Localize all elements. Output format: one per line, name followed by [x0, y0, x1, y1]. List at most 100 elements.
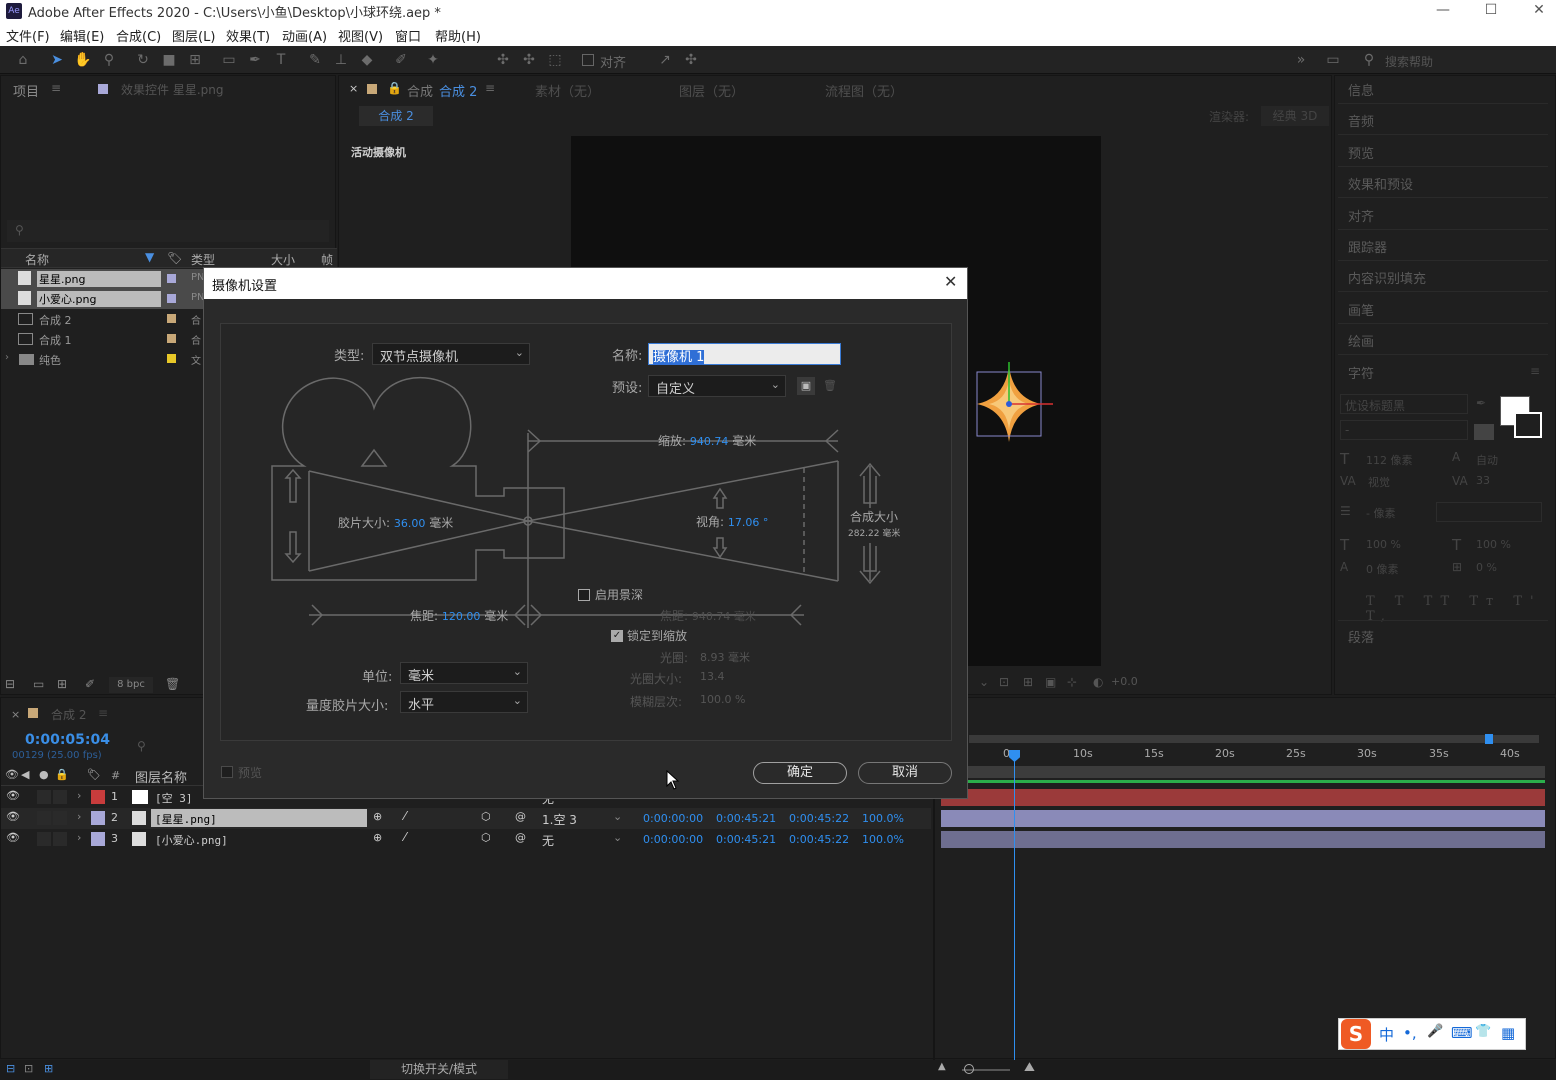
- table-row[interactable]: 👁 › 3 [小爱心.png] ⊕ ⁄ ⬡ @ 无 ⌄ 0:00:00:00 0…: [1, 829, 931, 850]
- col-name[interactable]: 名称: [25, 251, 49, 268]
- render-time-icon[interactable]: ⊟: [6, 1062, 15, 1075]
- lock-icon[interactable]: 🔒: [55, 768, 69, 781]
- lock-switch[interactable]: [53, 790, 67, 804]
- out-point[interactable]: 0:00:45:21: [716, 833, 776, 846]
- layer-name[interactable]: [小爱心.png]: [155, 832, 228, 848]
- baseline-value[interactable]: 0 像素: [1366, 561, 1399, 577]
- ime-keyboard-icon[interactable]: ⌨: [1451, 1024, 1473, 1042]
- audio-icon[interactable]: ◀: [21, 768, 29, 781]
- panel-preview[interactable]: 预览: [1348, 143, 1374, 162]
- label-color[interactable]: [91, 832, 105, 846]
- vertical-scale-value[interactable]: 100 %: [1366, 538, 1401, 551]
- playhead-line[interactable]: [1014, 750, 1015, 1060]
- list-item[interactable]: › 纯色 文: [1, 349, 205, 369]
- visibility-icon[interactable]: 👁: [6, 831, 20, 844]
- tab-layer[interactable]: 图层（无）: [679, 81, 744, 100]
- font-size-value[interactable]: 112 像素: [1366, 452, 1413, 468]
- zoom-tool-icon[interactable]: ⚲: [100, 51, 118, 69]
- focal-length-value[interactable]: 120.00: [442, 610, 481, 623]
- panel-effects-presets[interactable]: 效果和预设: [1348, 174, 1413, 193]
- tsume-value[interactable]: 0 %: [1476, 561, 1497, 574]
- close-window-button[interactable]: ✕: [1516, 0, 1556, 22]
- tab-composition[interactable]: 合成 2: [439, 81, 477, 100]
- stroke-width-value[interactable]: - 像素: [1366, 505, 1395, 521]
- chevron-right-icon[interactable]: ›: [5, 352, 9, 363]
- panel-audio[interactable]: 音频: [1348, 111, 1374, 130]
- quality-switch-icon[interactable]: ⁄: [404, 830, 406, 844]
- out-point[interactable]: 0:00:45:21: [716, 812, 776, 825]
- panel-align[interactable]: 对齐: [1348, 206, 1374, 225]
- menu-composition[interactable]: 合成(C): [116, 26, 161, 45]
- lock-to-zoom-checkbox[interactable]: ✓: [611, 630, 623, 642]
- zoom-slider-handle[interactable]: [964, 1064, 974, 1074]
- save-preset-icon[interactable]: ▣: [797, 377, 815, 395]
- delete-preset-icon[interactable]: 🗑: [821, 377, 839, 395]
- zoom-value[interactable]: 940.74: [690, 435, 729, 448]
- parent-select[interactable]: 1.空 3: [542, 811, 577, 828]
- search-icon[interactable]: ⚲: [137, 739, 146, 753]
- text-tool-icon[interactable]: T: [272, 51, 290, 69]
- tab-effect-controls[interactable]: 效果控件 星星.png: [121, 81, 223, 98]
- tracking-value[interactable]: 33: [1476, 474, 1490, 487]
- menu-help[interactable]: 帮助(H): [435, 26, 481, 45]
- exposure-value[interactable]: +0.0: [1111, 675, 1138, 688]
- duration[interactable]: 0:00:45:22: [789, 812, 849, 825]
- layer-name[interactable]: [星星.png]: [151, 809, 367, 827]
- layer-name[interactable]: [空 3]: [155, 790, 193, 806]
- maximize-button[interactable]: ☐: [1468, 0, 1514, 22]
- flowchart-icon[interactable]: ✐: [85, 677, 95, 691]
- layer-switches-icon[interactable]: ⊡: [24, 1062, 33, 1075]
- visibility-icon[interactable]: 👁: [6, 789, 20, 802]
- duration[interactable]: 0:00:45:22: [789, 833, 849, 846]
- world-axis-icon[interactable]: ✣: [520, 51, 538, 69]
- panel-paragraph[interactable]: 段落: [1348, 627, 1374, 646]
- solo-icon[interactable]: ●: [39, 768, 49, 781]
- menu-effect[interactable]: 效果(T): [226, 26, 270, 45]
- time-ruler[interactable]: 0s 10s 15s 20s 25s 30s 35s 40s: [941, 746, 1547, 764]
- pen-tool-icon[interactable]: ✒: [246, 51, 264, 69]
- lock-switch[interactable]: [53, 811, 67, 825]
- menu-layer[interactable]: 图层(L): [172, 26, 215, 45]
- snapshot-icon[interactable]: ⊡: [999, 675, 1009, 689]
- star-layer-graphic[interactable]: [969, 358, 1059, 448]
- renderer-button[interactable]: 经典 3D: [1261, 106, 1329, 126]
- label-color[interactable]: [91, 811, 105, 825]
- chevron-right-icon[interactable]: ›: [77, 810, 81, 823]
- snap-options-icon[interactable]: ✣: [682, 51, 700, 69]
- units-select[interactable]: 毫米 ⌄: [400, 662, 528, 684]
- brush-tool-icon[interactable]: ✎: [306, 51, 324, 69]
- solo-switch[interactable]: [37, 790, 51, 804]
- zoom-out-icon[interactable]: ▲: [938, 1061, 946, 1072]
- 3d-layer-icon[interactable]: ⬡: [481, 810, 491, 823]
- panel-menu-icon[interactable]: ≡: [485, 81, 495, 95]
- eyedropper-icon[interactable]: ✒: [1476, 396, 1486, 410]
- pickwhip-icon[interactable]: @: [515, 810, 526, 823]
- layer-bar-2[interactable]: [941, 810, 1545, 827]
- expand-workspace-icon[interactable]: »: [1292, 51, 1310, 69]
- exposure-icon[interactable]: ◐: [1093, 675, 1103, 689]
- ime-punctuation-icon[interactable]: •,: [1403, 1024, 1417, 1042]
- visibility-icon[interactable]: 👁: [5, 768, 19, 781]
- solo-switch[interactable]: [37, 832, 51, 846]
- panel-character[interactable]: 字符: [1348, 363, 1374, 382]
- toggle-switches-modes-button[interactable]: 切换开关/模式: [370, 1060, 508, 1079]
- table-row[interactable]: 👁 › 2 [星星.png] ⊕ ⁄ ⬡ @ 1.空 3 ⌄ 0:00:00:0…: [1, 808, 931, 829]
- timeline-tab[interactable]: 合成 2: [51, 706, 86, 723]
- list-item[interactable]: 合成 2 合: [1, 309, 205, 329]
- tab-footage[interactable]: 素材（无）: [535, 81, 600, 100]
- enable-dof-checkbox[interactable]: [578, 589, 590, 601]
- col-type[interactable]: 类型: [191, 251, 215, 268]
- local-axis-icon[interactable]: ✣: [494, 51, 512, 69]
- tab-flowchart[interactable]: 流程图（无）: [825, 81, 903, 100]
- lock-switch[interactable]: [53, 832, 67, 846]
- project-search-input[interactable]: ⚲: [7, 220, 329, 242]
- sogou-logo-icon[interactable]: S: [1341, 1019, 1371, 1049]
- menu-file[interactable]: 文件(F): [6, 26, 50, 45]
- panel-info[interactable]: 信息: [1348, 80, 1374, 99]
- ime-language-toggle[interactable]: 中: [1379, 1024, 1394, 1045]
- camera-name-input[interactable]: 摄像机 1: [648, 343, 841, 365]
- search-help-input[interactable]: 搜索帮助: [1385, 53, 1433, 70]
- cancel-button[interactable]: 取消: [858, 762, 952, 784]
- channel-icon[interactable]: ▣: [1045, 675, 1056, 689]
- panel-menu-icon[interactable]: ≡: [1530, 364, 1540, 378]
